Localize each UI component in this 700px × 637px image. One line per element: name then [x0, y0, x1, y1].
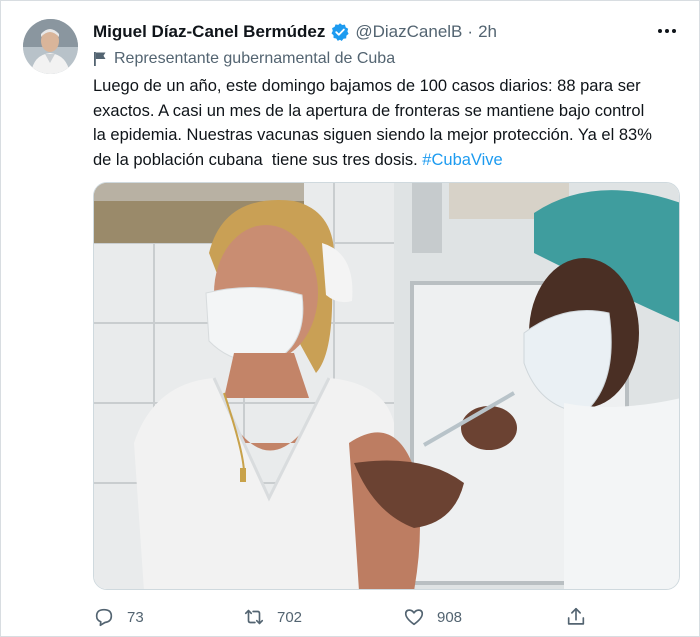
author-avatar[interactable] [23, 19, 78, 74]
author-name[interactable]: Miguel Díaz-Canel Bermúdez [93, 22, 325, 42]
like-count: 908 [437, 608, 463, 626]
tweet-text-line: de la población cubana tiene sus tres do… [93, 150, 423, 169]
share-icon [567, 607, 585, 625]
like-button[interactable]: 908 [403, 605, 462, 629]
share-button[interactable] [565, 605, 599, 629]
tweet-actions: 73 702 908 [93, 605, 593, 629]
verified-badge-icon [330, 22, 350, 42]
tweet-text-line: Luego de un año, este domingo bajamos de… [93, 77, 641, 95]
flag-icon [94, 52, 106, 66]
hashtag-link[interactable]: #CubaVive [422, 151, 502, 169]
retweet-button[interactable]: 702 [243, 605, 302, 629]
retweet-icon [244, 609, 264, 625]
tweet-timestamp[interactable]: 2h [478, 22, 497, 42]
heart-icon [404, 609, 424, 626]
tweet-text-line: la epidemia. Nuestras vacunas siguen sie… [93, 126, 652, 144]
tweet-card[interactable]: Miguel Díaz-Canel Bermúdez @DiazCanelB ·… [0, 0, 700, 637]
reply-button[interactable]: 73 [93, 605, 144, 629]
author-handle[interactable]: @DiazCanelB [355, 22, 462, 42]
tweet-header: Miguel Díaz-Canel Bermúdez @DiazCanelB ·… [93, 20, 679, 44]
reply-icon [95, 608, 113, 627]
tweet-text-line: exactos. A casi un mes de la apertura de… [93, 101, 645, 120]
reply-count: 73 [127, 608, 144, 626]
tweet-text: Luego de un año, este domingo bajamos de… [93, 74, 678, 172]
tweet-photo[interactable] [93, 182, 680, 590]
retweet-count: 702 [277, 608, 303, 626]
separator: · [467, 22, 474, 41]
government-label-text: Representante gubernamental de Cuba [114, 50, 396, 67]
government-label[interactable]: Representante gubernamental de Cuba [93, 49, 395, 69]
more-options-icon[interactable] [655, 21, 679, 41]
